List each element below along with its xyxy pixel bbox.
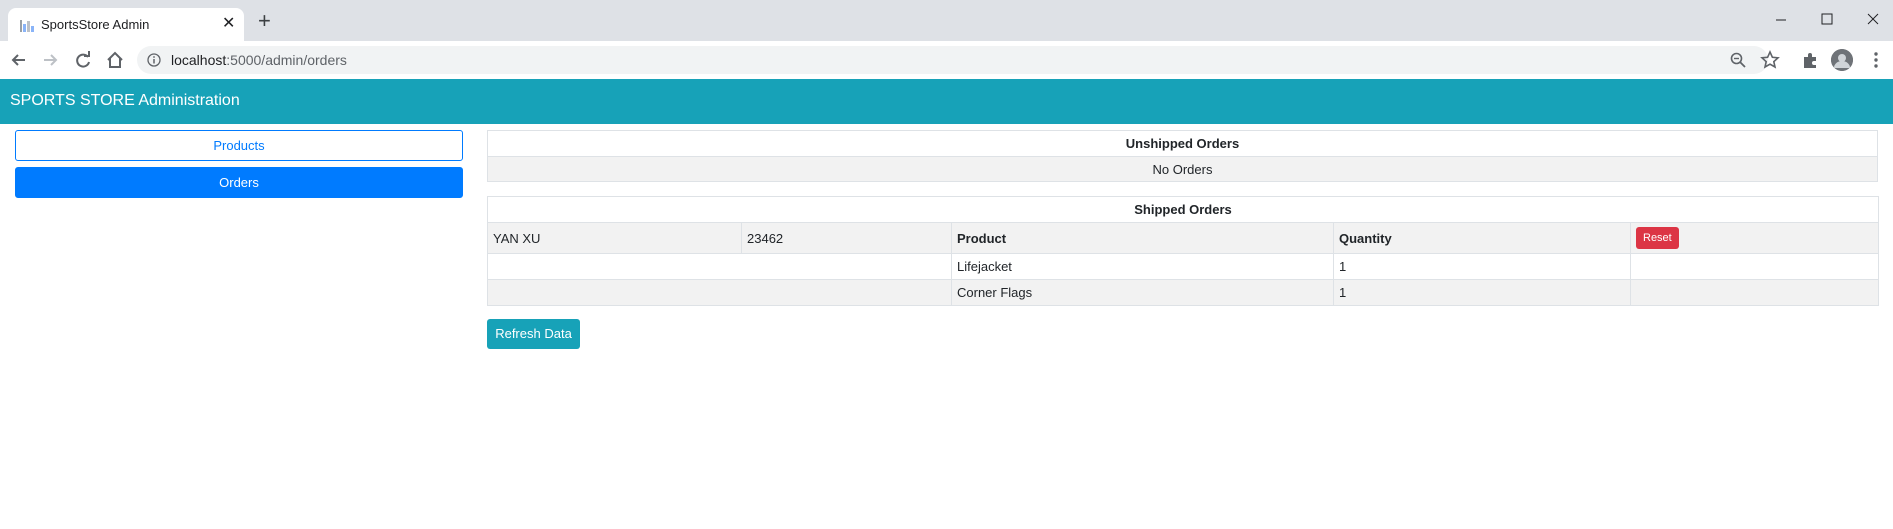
new-tab-button[interactable]: +: [258, 10, 271, 32]
app-title: SPORTS STORE Administration: [10, 92, 240, 109]
unshipped-orders-title: Unshipped Orders: [487, 130, 1878, 157]
customer-name: YAN XU: [487, 222, 742, 254]
zoom-icon[interactable]: [1729, 51, 1747, 69]
empty-cell: [1629, 279, 1880, 306]
reset-cell: Reset: [1629, 222, 1880, 254]
url-host: localhost: [171, 52, 227, 68]
table-row: Corner Flags 1: [487, 279, 1880, 306]
customer-zip: 23462: [741, 222, 952, 254]
empty-cell: [1629, 253, 1880, 280]
browser-toolbar: localhost:5000/admin/orders: [0, 41, 1893, 80]
profile-avatar[interactable]: [1831, 49, 1853, 71]
empty-cell: [487, 279, 952, 306]
maximize-icon[interactable]: [1804, 6, 1850, 34]
address-bar[interactable]: localhost:5000/admin/orders: [137, 46, 1768, 74]
products-button[interactable]: Products: [15, 130, 463, 161]
tab-close-icon[interactable]: ✕: [222, 15, 235, 33]
back-arrow-icon[interactable]: [8, 49, 30, 71]
product-column-header: Product: [951, 222, 1334, 254]
site-info-icon[interactable]: [147, 53, 161, 67]
bookmark-star-icon[interactable]: [1759, 49, 1781, 71]
home-icon[interactable]: [104, 49, 126, 71]
empty-cell: [487, 253, 952, 280]
line-product: Lifejacket: [951, 253, 1334, 280]
tab-title: SportsStore Admin: [41, 17, 150, 32]
orders-button[interactable]: Orders: [15, 167, 463, 198]
reload-icon[interactable]: [72, 49, 94, 71]
extensions-puzzle-icon[interactable]: [1799, 49, 1821, 71]
reset-button[interactable]: Reset: [1636, 227, 1679, 249]
line-product: Corner Flags: [951, 279, 1334, 306]
page-favicon-icon: [20, 20, 34, 32]
browser-menu-icon[interactable]: [1865, 49, 1887, 71]
browser-tabstrip: SportsStore Admin ✕ +: [0, 0, 1893, 41]
line-quantity: 1: [1333, 253, 1631, 280]
line-quantity: 1: [1333, 279, 1631, 306]
table-row: Lifejacket 1: [487, 253, 1880, 280]
avatar-image: [1831, 49, 1853, 71]
shipped-orders-table: Shipped Orders YAN XU 23462 Product Quan…: [486, 196, 1880, 306]
quantity-column-header: Quantity: [1333, 222, 1631, 254]
app-header: SPORTS STORE Administration: [0, 79, 1893, 124]
forward-arrow-icon[interactable]: [39, 49, 61, 71]
no-orders-message: No Orders: [487, 156, 1878, 182]
browser-tab[interactable]: SportsStore Admin ✕: [8, 8, 244, 41]
refresh-data-button[interactable]: Refresh Data: [487, 319, 580, 349]
url-path: :5000/admin/orders: [226, 52, 347, 68]
shipped-orders-title: Shipped Orders: [486, 196, 1880, 223]
window-close-icon[interactable]: [1850, 6, 1893, 34]
url-text[interactable]: localhost:5000/admin/orders: [171, 52, 347, 68]
minimize-icon[interactable]: [1758, 6, 1804, 34]
unshipped-orders-table: Unshipped Orders No Orders: [487, 130, 1878, 182]
table-row: YAN XU 23462 Product Quantity Reset: [487, 222, 1880, 254]
